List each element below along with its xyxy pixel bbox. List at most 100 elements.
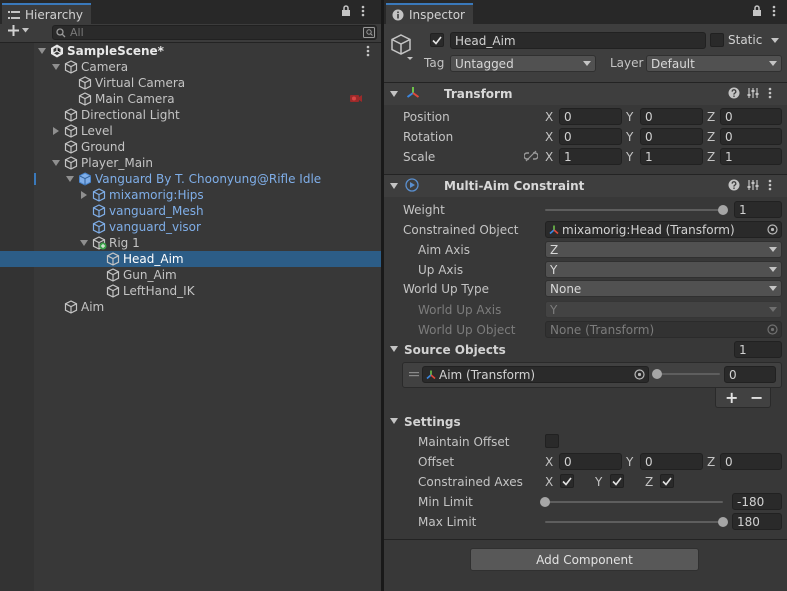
hierarchy-item[interactable]: SampleScene* — [0, 43, 381, 59]
rotation-z-field[interactable]: 0 — [720, 128, 782, 145]
tag-dropdown[interactable]: Untagged — [450, 55, 596, 72]
hierarchy-item[interactable]: Vanguard By T. Choonyung@Rifle Idle — [0, 171, 381, 187]
foldout-open-icon[interactable] — [36, 45, 48, 57]
foldout-open-icon[interactable] — [64, 173, 76, 185]
object-picker-icon[interactable] — [767, 224, 778, 235]
world-up-type-dropdown[interactable]: None — [545, 280, 782, 297]
scale-x-field[interactable]: 1 — [559, 148, 622, 165]
remove-element-button[interactable]: − — [750, 388, 763, 407]
rotation-y-letter[interactable]: Y — [626, 130, 633, 144]
search-options-icon[interactable] — [363, 27, 375, 38]
hierarchy-item-selected[interactable]: Head_Aim — [0, 251, 381, 267]
position-x-letter[interactable]: X — [545, 110, 553, 124]
constrained-object-field[interactable]: mixamorig:Head (Transform) — [545, 221, 782, 238]
aim-axis-dropdown[interactable]: Z — [545, 241, 782, 258]
settings-label[interactable]: Settings — [404, 415, 461, 429]
hierarchy-item[interactable]: Virtual Camera — [0, 75, 381, 91]
rotation-y-field[interactable]: 0 — [640, 128, 703, 145]
source-weight-slider-track[interactable] — [657, 373, 720, 375]
scale-link-icon[interactable] — [524, 150, 538, 162]
hierarchy-item[interactable]: mixamorig:Hips — [0, 187, 381, 203]
foldout-closed-icon[interactable] — [78, 189, 90, 201]
scene-menu-icon[interactable] — [366, 45, 370, 57]
weight-slider-thumb[interactable] — [718, 205, 728, 215]
offset-x-field[interactable]: 0 — [559, 453, 622, 470]
offset-z-field[interactable]: 0 — [720, 453, 782, 470]
scale-z-letter[interactable]: Z — [707, 150, 715, 164]
help-icon[interactable] — [728, 87, 740, 99]
rotation-x-field[interactable]: 0 — [559, 128, 622, 145]
source-object-field[interactable]: Aim (Transform) — [422, 366, 649, 383]
drag-handle-icon[interactable] — [409, 372, 419, 377]
hierarchy-item[interactable]: Level — [0, 123, 381, 139]
foldout-closed-icon[interactable] — [50, 125, 62, 137]
max-limit-slider-track[interactable] — [545, 521, 723, 523]
up-axis-dropdown[interactable]: Y — [545, 261, 782, 278]
hierarchy-item[interactable]: Gun_Aim — [0, 267, 381, 283]
foldout-open-icon[interactable] — [50, 61, 62, 73]
more-vertical-icon[interactable] — [772, 5, 776, 17]
hierarchy-item[interactable]: Aim — [0, 299, 381, 315]
gameobject-name-field[interactable]: Head_Aim — [450, 32, 706, 49]
add-element-button[interactable]: + — [725, 388, 738, 407]
help-icon[interactable] — [728, 179, 740, 191]
hierarchy-tab[interactable]: Hierarchy — [2, 3, 92, 24]
constrained-x-checkbox[interactable] — [560, 474, 574, 488]
min-limit-field[interactable]: -180 — [732, 493, 782, 510]
object-picker-icon[interactable] — [634, 369, 645, 380]
scale-z-field[interactable]: 1 — [720, 148, 782, 165]
source-weight-slider-thumb[interactable] — [652, 369, 662, 379]
position-z-letter[interactable]: Z — [707, 110, 715, 124]
hierarchy-item[interactable]: Rig 1 — [0, 235, 381, 251]
position-z-field[interactable]: 0 — [720, 108, 782, 125]
source-objects-count-field[interactable]: 1 — [734, 341, 782, 358]
gameobject-icon[interactable] — [390, 33, 414, 61]
component-menu-icon[interactable] — [768, 179, 772, 191]
component-menu-icon[interactable] — [768, 87, 772, 99]
presets-icon[interactable] — [747, 179, 759, 191]
hierarchy-item[interactable]: vanguard_Mesh — [0, 203, 381, 219]
create-button[interactable] — [8, 25, 29, 36]
offset-y-field[interactable]: 0 — [640, 453, 703, 470]
rotation-x-letter[interactable]: X — [545, 130, 553, 144]
position-y-field[interactable]: 0 — [640, 108, 703, 125]
foldout-open-icon[interactable] — [390, 346, 398, 352]
max-limit-field[interactable]: 180 — [732, 513, 782, 530]
hierarchy-item[interactable]: Ground — [0, 139, 381, 155]
layer-dropdown[interactable]: Default — [646, 55, 782, 72]
scale-x-letter[interactable]: X — [545, 150, 553, 164]
presets-icon[interactable] — [747, 87, 759, 99]
min-limit-slider-thumb[interactable] — [540, 497, 550, 507]
scale-y-field[interactable]: 1 — [640, 148, 703, 165]
rotation-z-letter[interactable]: Z — [707, 130, 715, 144]
static-checkbox[interactable] — [710, 33, 724, 47]
position-x-field[interactable]: 0 — [559, 108, 622, 125]
foldout-open-icon[interactable] — [50, 157, 62, 169]
multi-aim-constraint-header[interactable]: Multi-Aim Constraint — [384, 174, 787, 197]
hierarchy-item[interactable]: LeftHand_IK — [0, 283, 381, 299]
weight-field[interactable]: 1 — [734, 201, 782, 218]
constrained-y-checkbox[interactable] — [610, 474, 624, 488]
hierarchy-item[interactable]: Camera — [0, 59, 381, 75]
min-limit-slider-track[interactable] — [545, 501, 723, 503]
weight-slider-track[interactable] — [545, 209, 723, 211]
hierarchy-item[interactable]: Player_Main — [0, 155, 381, 171]
foldout-open-icon[interactable] — [78, 237, 90, 249]
static-dropdown-icon[interactable] — [771, 38, 779, 43]
inspector-tab[interactable]: Inspector — [386, 3, 473, 24]
lock-icon[interactable] — [752, 5, 762, 17]
transform-header[interactable]: Transform — [384, 82, 787, 105]
active-checkbox[interactable] — [430, 33, 444, 47]
position-y-letter[interactable]: Y — [626, 110, 633, 124]
add-component-button[interactable]: Add Component — [470, 548, 699, 571]
source-objects-label[interactable]: Source Objects — [404, 343, 506, 357]
more-vertical-icon[interactable] — [361, 5, 365, 17]
search-field[interactable]: All — [52, 25, 377, 40]
maintain-offset-checkbox[interactable] — [545, 434, 559, 448]
source-weight-field[interactable]: 0 — [724, 366, 776, 383]
hierarchy-item[interactable]: vanguard_visor — [0, 219, 381, 235]
scale-y-letter[interactable]: Y — [626, 150, 633, 164]
hierarchy-item[interactable]: Main Camera — [0, 91, 381, 107]
lock-icon[interactable] — [341, 5, 351, 17]
max-limit-slider-thumb[interactable] — [718, 517, 728, 527]
